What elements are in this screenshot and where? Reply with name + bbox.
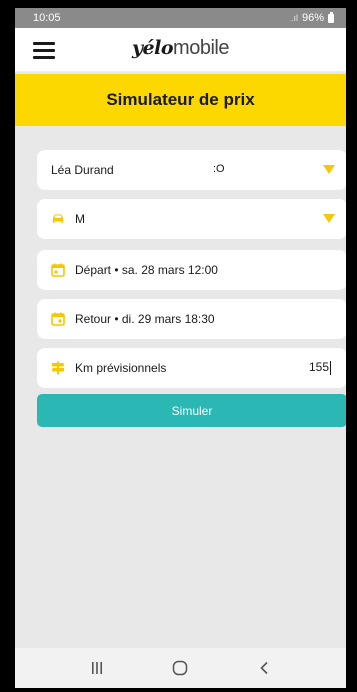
simulate-button[interactable]: Simuler xyxy=(37,394,346,427)
return-datetime-field[interactable]: Retour • di. 29 mars 18:30 xyxy=(37,299,346,339)
km-label: Km prévisionnels xyxy=(75,361,167,375)
home-icon[interactable] xyxy=(160,656,200,680)
recent-apps-icon[interactable] xyxy=(77,656,117,680)
logo-bold-text: yélo xyxy=(132,37,174,59)
system-navigation-bar xyxy=(15,648,346,688)
km-input-field[interactable]: Km prévisionnels 155 xyxy=(37,348,346,388)
chevron-down-icon xyxy=(323,214,335,223)
user-select[interactable]: Léa Durand :O xyxy=(37,150,346,190)
departure-datetime-field[interactable]: Départ • sa. 28 mars 12:00 xyxy=(37,250,346,290)
status-time: 10:05 xyxy=(33,12,61,24)
logo-light-text: mobile xyxy=(173,37,229,59)
return-label: Retour • di. 29 mars 18:30 xyxy=(75,312,215,326)
signpost-icon xyxy=(51,361,65,375)
status-indicators: .ıl 96% xyxy=(290,11,334,24)
text-cursor xyxy=(330,360,331,375)
battery-icon xyxy=(328,11,334,23)
user-select-label: Léa Durand xyxy=(51,163,114,177)
frame-border-bottom xyxy=(0,688,357,692)
frame-border-top xyxy=(0,0,357,8)
km-value: 155 xyxy=(308,360,329,374)
calendar-icon xyxy=(51,312,65,326)
frame-border-left xyxy=(0,0,15,692)
calendar-icon xyxy=(51,263,65,277)
back-icon[interactable] xyxy=(244,656,284,680)
departure-label: Départ • sa. 28 mars 12:00 xyxy=(75,263,218,277)
battery-percent: 96% xyxy=(301,12,324,24)
page-title-bar: Simulateur de prix xyxy=(15,74,346,126)
app-screen: 10:05 .ıl 96% yélomobile Simulateur de p… xyxy=(15,8,346,688)
app-logo: yélomobile xyxy=(15,37,346,60)
status-bar: 10:05 .ıl 96% xyxy=(15,8,346,28)
page-title: Simulateur de prix xyxy=(106,90,255,109)
vehicle-select-label: M xyxy=(75,212,85,226)
car-icon xyxy=(51,212,65,226)
app-header: yélomobile xyxy=(15,28,346,72)
vehicle-select[interactable]: M xyxy=(37,199,346,239)
signal-icon: .ıl xyxy=(290,13,298,23)
user-select-extra: :O xyxy=(213,163,225,175)
km-value-input[interactable]: 155 xyxy=(309,360,331,375)
frame-border-right xyxy=(346,0,357,692)
device-frame: 10:05 .ıl 96% yélomobile Simulateur de p… xyxy=(0,0,357,692)
chevron-down-icon xyxy=(323,165,335,174)
